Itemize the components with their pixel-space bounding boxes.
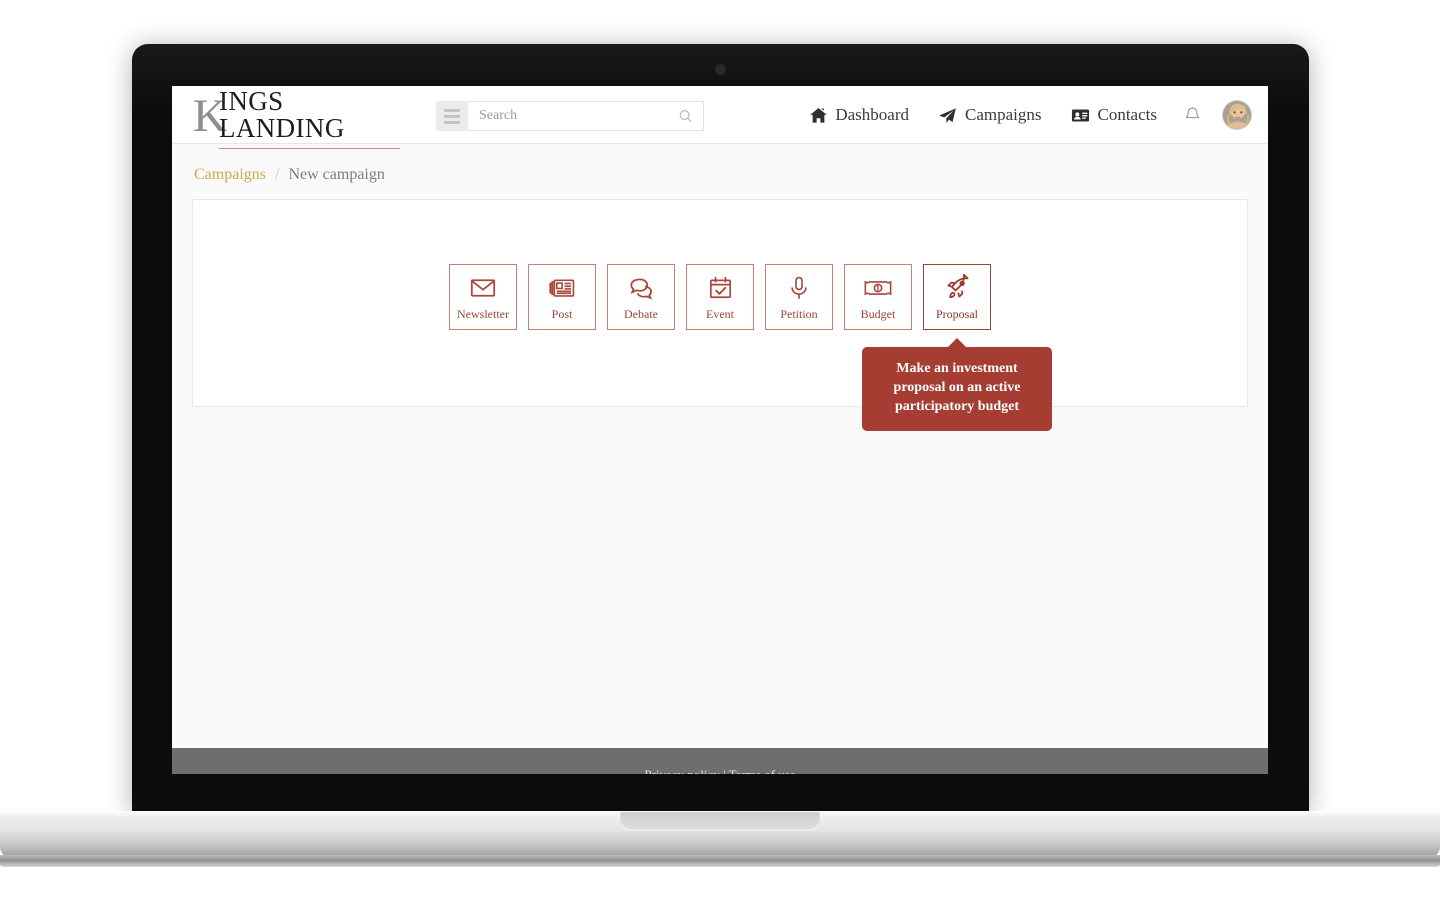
search-icon: [679, 110, 692, 123]
footer-text: Privacy policy | Terms of use: [172, 748, 1268, 774]
paper-plane-icon: [939, 107, 956, 123]
page-footer: Privacy policy | Terms of use: [172, 748, 1268, 774]
laptop-base-foot: [0, 855, 1440, 867]
speech-bubbles-icon: [629, 278, 652, 300]
campaign-type-label: Newsletter: [457, 307, 509, 321]
nav-item-campaigns[interactable]: Campaigns: [923, 105, 1056, 125]
logo-wordmark: INGS LANDING: [218, 86, 345, 143]
calendar-check-icon: [709, 276, 731, 299]
campaign-type-proposal[interactable]: Proposal Make an investment proposal on …: [862, 264, 1052, 431]
hamburger-bar: [444, 108, 460, 112]
breadcrumb-current: New campaign: [288, 166, 385, 183]
brand-logo[interactable]: K INGS LANDING: [193, 86, 400, 149]
campaign-type-label: Proposal: [936, 307, 978, 321]
nav-item-dashboard[interactable]: Dashboard: [795, 105, 923, 125]
user-avatar[interactable]: [1222, 100, 1252, 130]
nav-label-contacts: Contacts: [1097, 105, 1158, 124]
campaign-type-debate[interactable]: Debate: [607, 264, 675, 330]
hamburger-bar: [444, 120, 460, 124]
campaign-type-panel: Newsletter Post Debate Event Petition Bu…: [192, 199, 1248, 431]
bell-icon[interactable]: [1171, 105, 1214, 125]
search-area: [436, 101, 704, 131]
campaign-type-budget[interactable]: Budget: [844, 264, 912, 330]
campaign-type-petition[interactable]: Petition: [765, 264, 833, 330]
laptop-screen: K INGS LANDING Search Dashboard Campaign…: [172, 86, 1268, 774]
search-input[interactable]: [468, 108, 703, 124]
campaign-type-grid: Newsletter Post Debate Event Petition Bu…: [193, 264, 1247, 431]
campaign-type-post[interactable]: Post: [528, 264, 596, 330]
laptop-webcam: [716, 65, 725, 74]
laptop-base: [0, 811, 1440, 867]
campaign-type-newsletter[interactable]: Newsletter: [449, 264, 517, 330]
search-box: [468, 101, 704, 131]
microphone-icon: [791, 276, 807, 299]
contact-card-icon: [1071, 108, 1089, 122]
breadcrumb-link-campaigns[interactable]: Campaigns: [194, 166, 266, 184]
nav-label-dashboard: Dashboard: [835, 105, 909, 124]
campaign-type-label: Event: [706, 307, 734, 321]
primary-nav: Dashboard Campaigns Contacts: [795, 86, 1252, 144]
laptop-base-notch: [620, 812, 820, 831]
campaign-type-tooltip: Make an investment proposal on an active…: [862, 338, 1052, 431]
avatar-portrait: [1223, 101, 1251, 129]
top-navigation-bar: K INGS LANDING Search Dashboard Campaign…: [172, 86, 1268, 149]
envelope-icon: [470, 279, 496, 297]
campaign-type-event[interactable]: Event: [686, 264, 754, 330]
logo-wordmark-wrap: INGS LANDING: [218, 86, 400, 149]
rocket-icon: [947, 274, 969, 299]
nav-item-contacts[interactable]: Contacts: [1056, 105, 1172, 125]
newspaper-icon: [549, 279, 575, 297]
nav-label-campaigns: Campaigns: [965, 105, 1042, 124]
home-icon: [810, 107, 828, 123]
breadcrumb: Campaigns / New campaign: [172, 144, 1268, 184]
campaign-type-label: Budget: [860, 307, 896, 321]
screenshot-canvas: K INGS LANDING Search Dashboard Campaign…: [0, 0, 1440, 900]
campaign-type-label: Petition: [780, 307, 818, 321]
application-window: K INGS LANDING Search Dashboard Campaign…: [172, 86, 1268, 774]
breadcrumb-separator: /: [275, 166, 280, 183]
hamburger-bar: [444, 114, 460, 118]
hamburger-icon[interactable]: [436, 101, 468, 131]
banknote-icon: [864, 280, 892, 296]
campaign-type-label: Post: [551, 307, 573, 321]
logo-rule-bottom: [218, 148, 400, 149]
campaign-type-label: Debate: [624, 307, 658, 321]
